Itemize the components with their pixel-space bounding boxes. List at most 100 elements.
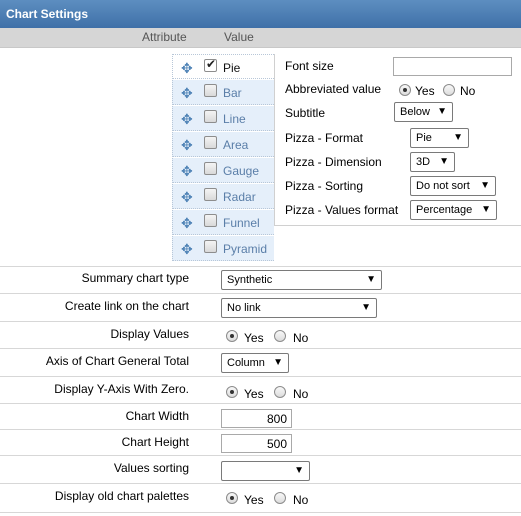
- abbreviated-value-label: Abbreviated value: [285, 82, 382, 96]
- move-arrows-icon[interactable]: ✥: [181, 163, 193, 180]
- area-checkbox[interactable]: [204, 136, 217, 149]
- values-sorting-select[interactable]: ▼: [221, 461, 310, 481]
- pie-settings-panel: Font size Abbreviated value Yes No Subti…: [274, 54, 521, 226]
- caret-down-icon: ▼: [480, 180, 490, 191]
- pizza-format-select[interactable]: Pie ▼: [410, 128, 469, 148]
- caret-down-icon: ▼: [453, 132, 463, 143]
- panel-title: Chart Settings: [6, 7, 89, 21]
- font-size-label: Font size: [285, 59, 334, 73]
- move-arrows-icon[interactable]: ✥: [181, 189, 193, 206]
- pizza-values-format-value: Percentage: [416, 204, 473, 216]
- chart-type-label: Line: [223, 112, 246, 126]
- chart-type-label: Area: [223, 138, 249, 152]
- caret-down-icon: ▼: [366, 274, 376, 285]
- chart-type-item-funnel[interactable]: ✥ Funnel: [172, 210, 274, 235]
- chart-type-label: Pyramid: [223, 242, 268, 256]
- chart-type-item-line[interactable]: ✥ Line: [172, 106, 274, 131]
- axis-general-total-value: Column: [227, 357, 265, 369]
- chart-type-item-pie[interactable]: ✥ ✔ Pie: [172, 54, 274, 79]
- move-arrows-icon[interactable]: ✥: [181, 241, 193, 258]
- summary-chart-type-label: Summary chart type: [81, 271, 189, 285]
- old-palettes-yes-radio[interactable]: [226, 492, 238, 504]
- pizza-dimension-select[interactable]: 3D ▼: [410, 152, 455, 172]
- panel-header: Chart Settings: [0, 0, 521, 28]
- axis-general-total-select[interactable]: Column ▼: [221, 353, 289, 373]
- summary-chart-type-select[interactable]: Synthetic ▼: [221, 270, 382, 290]
- pizza-format-value: Pie: [416, 132, 432, 144]
- caret-down-icon: ▼: [294, 465, 304, 476]
- pizza-format-label: Pizza - Format: [285, 131, 364, 145]
- abbreviated-no-label: No: [460, 84, 476, 98]
- attribute-column-label: Attribute: [142, 30, 187, 44]
- abbreviated-no-radio[interactable]: [443, 84, 455, 96]
- old-palettes-yes-label: Yes: [244, 493, 264, 507]
- display-values-no-radio[interactable]: [274, 330, 286, 342]
- chart-width-label: Chart Width: [125, 409, 189, 423]
- pizza-values-format-label: Pizza - Values format: [285, 203, 399, 217]
- subtitle-label: Subtitle: [285, 106, 326, 120]
- checkmark-icon: ✔: [206, 57, 217, 71]
- display-values-yes-radio[interactable]: [226, 330, 238, 342]
- chart-type-label: Funnel: [223, 216, 260, 230]
- pizza-dimension-value: 3D: [416, 156, 431, 168]
- chart-type-item-gauge[interactable]: ✥ Gauge: [172, 158, 274, 183]
- subtitle-value: Below: [400, 106, 430, 118]
- funnel-checkbox[interactable]: [204, 214, 217, 227]
- display-values-yes-label: Yes: [244, 331, 264, 345]
- display-y-zero-yes-label: Yes: [244, 387, 264, 401]
- gauge-checkbox[interactable]: [204, 162, 217, 175]
- chart-type-list: ✥ ✔ Pie ✥ Bar ✥ Line ✥ Area ✥ Gauge ✥ Ra…: [172, 54, 274, 262]
- chart-width-input[interactable]: 800: [221, 409, 292, 428]
- abbreviated-yes-label: Yes: [415, 84, 435, 98]
- pizza-sorting-label: Pizza - Sorting: [285, 179, 364, 193]
- summary-chart-type-value: Synthetic: [227, 274, 273, 286]
- chart-type-item-area[interactable]: ✥ Area: [172, 132, 274, 157]
- caret-down-icon: ▼: [437, 106, 447, 117]
- axis-general-total-label: Axis of Chart General Total: [45, 354, 189, 368]
- display-values-no-label: No: [293, 331, 309, 345]
- old-palettes-no-label: No: [293, 493, 309, 507]
- display-y-zero-label: Display Y-Axis With Zero.: [54, 382, 189, 396]
- create-link-label: Create link on the chart: [64, 299, 189, 313]
- move-arrows-icon[interactable]: ✥: [181, 111, 193, 128]
- caret-down-icon: ▼: [361, 302, 371, 313]
- pizza-sorting-value: Do not sort: [416, 180, 470, 192]
- display-values-row: Display Values Yes No: [0, 321, 521, 348]
- radar-checkbox[interactable]: [204, 188, 217, 201]
- move-arrows-icon[interactable]: ✥: [181, 60, 193, 77]
- old-palettes-label: Display old chart palettes: [54, 489, 189, 503]
- line-checkbox[interactable]: [204, 110, 217, 123]
- values-sorting-row: Values sorting ▼: [0, 455, 521, 483]
- chart-type-item-bar[interactable]: ✥ Bar: [172, 80, 274, 105]
- bar-checkbox[interactable]: [204, 84, 217, 97]
- pyramid-checkbox[interactable]: [204, 240, 217, 253]
- move-arrows-icon[interactable]: ✥: [181, 85, 193, 102]
- create-link-row: Create link on the chart No link ▼: [0, 293, 521, 321]
- chart-height-row: Chart Height 500: [0, 429, 521, 455]
- old-palettes-no-radio[interactable]: [274, 492, 286, 504]
- caret-down-icon: ▼: [273, 357, 283, 368]
- caret-down-icon: ▼: [481, 204, 491, 215]
- chart-type-item-radar[interactable]: ✥ Radar: [172, 184, 274, 209]
- create-link-select[interactable]: No link ▼: [221, 298, 377, 318]
- abbreviated-yes-radio[interactable]: [399, 84, 411, 96]
- pie-checkbox[interactable]: ✔: [204, 57, 217, 72]
- chart-height-input[interactable]: 500: [221, 434, 292, 453]
- pizza-values-format-select[interactable]: Percentage ▼: [410, 200, 497, 220]
- pizza-dimension-label: Pizza - Dimension: [285, 155, 382, 169]
- font-size-input[interactable]: [393, 57, 512, 76]
- chart-type-item-pyramid[interactable]: ✥ Pyramid: [172, 236, 274, 261]
- display-y-zero-no-radio[interactable]: [274, 386, 286, 398]
- caret-down-icon: ▼: [439, 156, 449, 167]
- value-column-label: Value: [224, 30, 254, 44]
- chart-type-label: Bar: [223, 86, 242, 100]
- display-values-label: Display Values: [110, 327, 189, 341]
- chart-type-label: Radar: [223, 190, 256, 204]
- move-arrows-icon[interactable]: ✥: [181, 137, 193, 154]
- chart-width-row: Chart Width 800: [0, 403, 521, 429]
- summary-chart-type-row: Summary chart type Synthetic ▼: [0, 266, 521, 293]
- move-arrows-icon[interactable]: ✥: [181, 215, 193, 232]
- pizza-sorting-select[interactable]: Do not sort ▼: [410, 176, 496, 196]
- subtitle-select[interactable]: Below ▼: [394, 102, 453, 122]
- display-y-zero-yes-radio[interactable]: [226, 386, 238, 398]
